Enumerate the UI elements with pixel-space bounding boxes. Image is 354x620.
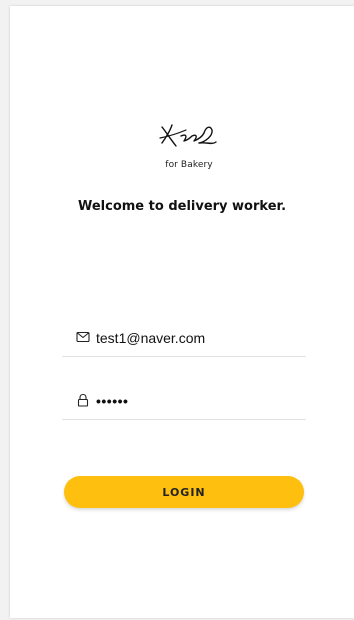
lock-icon [77, 393, 89, 407]
password-input[interactable] [96, 389, 296, 413]
login-button[interactable]: LOGIN [64, 476, 304, 508]
welcome-heading: Welcome to delivery worker. [77, 199, 287, 214]
email-field[interactable] [62, 326, 306, 357]
email-input[interactable] [96, 326, 296, 350]
login-screen: for Bakery Welcome to delivery worker. L… [10, 6, 354, 618]
app-logo: for Bakery [144, 118, 234, 178]
mail-icon [76, 331, 90, 343]
signature-logo-icon [159, 124, 217, 147]
logo-subtitle: for Bakery [165, 160, 213, 170]
password-field[interactable] [62, 389, 306, 420]
